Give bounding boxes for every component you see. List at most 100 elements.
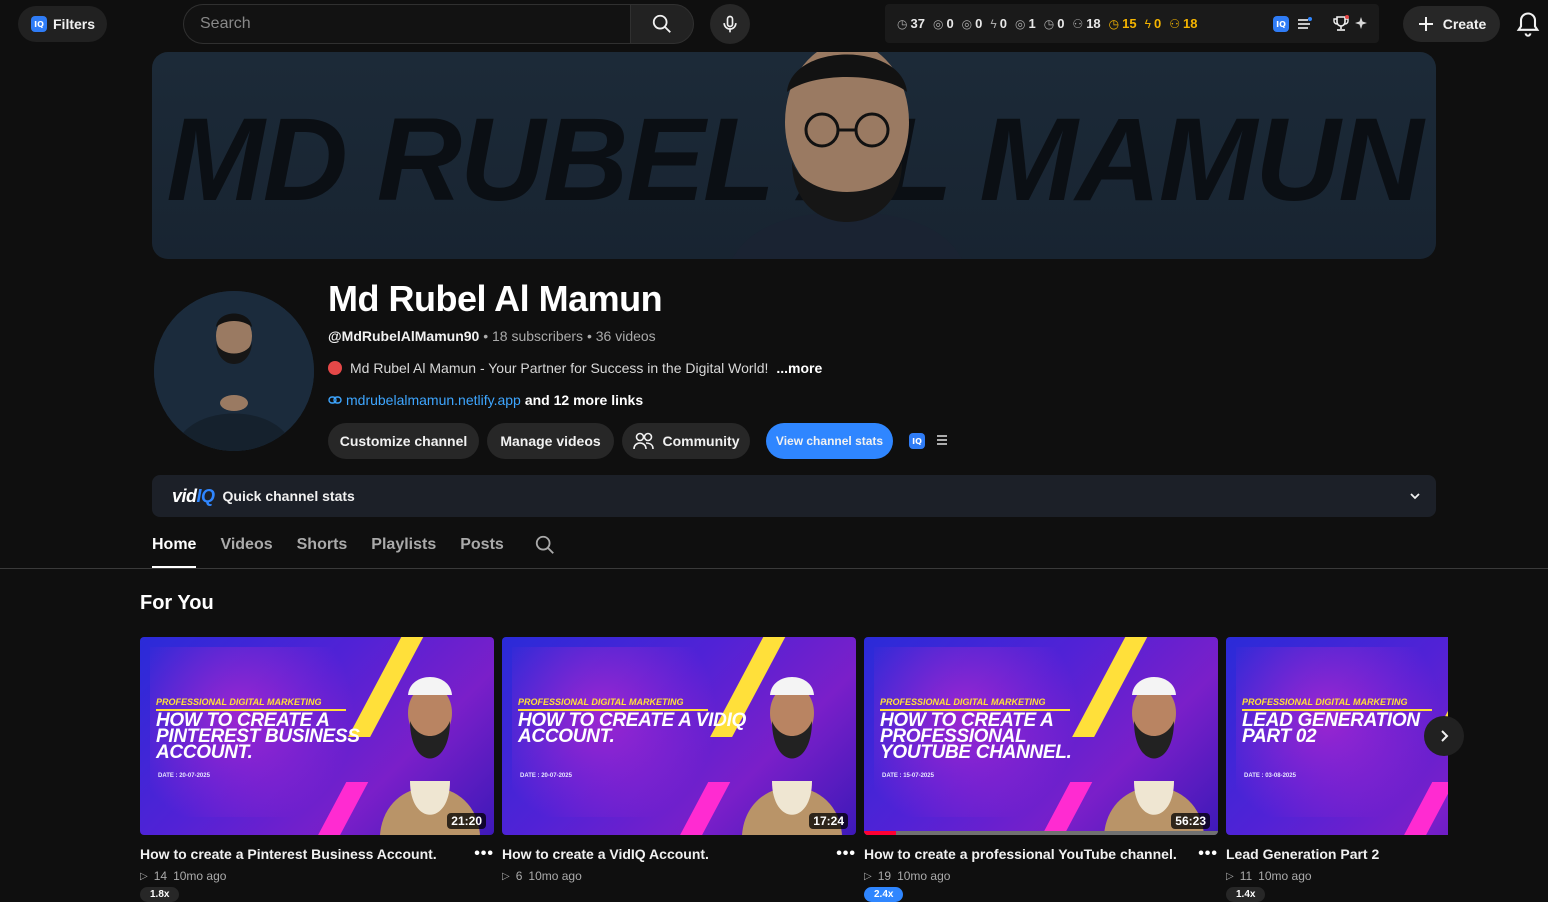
chevron-down-icon[interactable]	[1408, 489, 1422, 503]
channel-description[interactable]: Md Rubel Al Mamun - Your Partner for Suc…	[328, 360, 822, 376]
video-card[interactable]: PROFESSIONAL DIGITAL MARKETING HOW TO CR…	[864, 637, 1218, 902]
stat-value: 0	[1153, 16, 1162, 31]
video-title[interactable]: How to create a Pinterest Business Accou…	[140, 846, 494, 862]
outlier-badge: 1.4x	[1226, 887, 1266, 902]
stat-item[interactable]: ◷ 37	[897, 16, 925, 31]
watch-progress-bar	[864, 831, 1218, 835]
eye-icon: ◎	[961, 16, 973, 31]
stat-item[interactable]: ⚇ 18	[1072, 16, 1100, 31]
video-card[interactable]: PROFESSIONAL DIGITAL MARKETING HOW TO CR…	[502, 637, 856, 902]
search-input[interactable]	[200, 15, 631, 33]
subscriber-count: 18 subscribers	[492, 328, 584, 344]
search-box	[183, 4, 631, 44]
search-button[interactable]	[630, 4, 694, 44]
vidiq-logo-vid: vid	[172, 485, 197, 506]
video-card[interactable]: PROFESSIONAL DIGITAL MARKETING LEAD GENE…	[1226, 637, 1448, 902]
video-card[interactable]: PROFESSIONAL DIGITAL MARKETING HOW TO CR…	[140, 637, 494, 902]
channel-link[interactable]: mdrubelalmamun.netlify.app	[346, 392, 521, 408]
video-more-menu-icon[interactable]: •••	[474, 845, 494, 863]
video-thumbnail[interactable]: PROFESSIONAL DIGITAL MARKETING HOW TO CR…	[140, 637, 494, 835]
video-count: 36 videos	[595, 328, 656, 344]
vidiq-quick-stats-bar[interactable]: vidIQ Quick channel stats	[152, 475, 1436, 517]
channel-avatar[interactable]	[154, 291, 314, 451]
view-count: 6	[515, 869, 523, 883]
video-more-menu-icon[interactable]: •••	[1198, 845, 1218, 863]
more-links[interactable]: and 12 more links	[525, 392, 643, 408]
stat-item[interactable]: ◎ 0	[933, 16, 954, 31]
stat-value: 0	[1057, 16, 1065, 31]
video-age: 10mo ago	[528, 869, 582, 883]
outlier-badge: 2.4x	[864, 887, 904, 902]
avatar-portrait-image	[154, 291, 314, 451]
vidiq-logo-iq: IQ	[196, 485, 216, 506]
stat-item[interactable]: ⚇ 18	[1169, 16, 1197, 31]
play-icon: ▷	[140, 870, 148, 882]
red-circle-icon	[328, 361, 342, 375]
description-text: Md Rubel Al Mamun - Your Partner for Suc…	[350, 360, 769, 376]
channel-title: Md Rubel Al Mamun	[328, 278, 663, 319]
community-icon	[632, 432, 654, 450]
thumb-kicker: PROFESSIONAL DIGITAL MARKETING	[518, 697, 708, 711]
video-thumbnail[interactable]: PROFESSIONAL DIGITAL MARKETING HOW TO CR…	[502, 637, 856, 835]
vidiq-logo: vidIQ	[172, 486, 215, 507]
presenter-image	[1104, 677, 1204, 835]
tabs-divider	[0, 568, 1548, 569]
video-duration: 21:20	[447, 813, 486, 829]
video-meta: ▷ 11 10mo ago	[1226, 869, 1448, 883]
filters-label: Filters	[53, 16, 96, 32]
thumb-headline: HOW TO CREATE A VIDIQ ACCOUNT.	[518, 710, 747, 747]
customize-label: Customize channel	[339, 433, 468, 449]
vidiq-channel-icon[interactable]: IQ	[909, 433, 925, 449]
video-more-menu-icon[interactable]: •••	[836, 845, 856, 863]
stat-item[interactable]: ◎ 0	[962, 16, 983, 31]
tab-playlists[interactable]: Playlists	[371, 530, 436, 568]
stat-value: 15	[1122, 16, 1137, 31]
hamburger-menu-icon[interactable]	[936, 434, 948, 446]
community-button[interactable]: Community	[622, 423, 750, 459]
outlier-badge: 1.8x	[140, 887, 180, 902]
tab-shorts[interactable]: Shorts	[297, 530, 348, 568]
sparkle-icon[interactable]	[1354, 16, 1368, 30]
channel-search-icon[interactable]	[534, 534, 556, 556]
stat-item[interactable]: ◎ 1	[1015, 16, 1036, 31]
video-age: 10mo ago	[173, 869, 227, 883]
thumb-kicker: PROFESSIONAL DIGITAL MARKETING	[1242, 697, 1432, 711]
more-link[interactable]: ...more	[776, 360, 822, 376]
vidiq-icon[interactable]: IQ	[1273, 16, 1289, 32]
tab-videos[interactable]: Videos	[220, 530, 272, 568]
shelf-next-button[interactable]	[1424, 716, 1464, 756]
voice-search-button[interactable]	[710, 4, 750, 44]
filters-button[interactable]: IQ Filters	[18, 6, 107, 42]
stat-item[interactable]: ϟ0	[1145, 16, 1162, 31]
play-icon: ▷	[864, 870, 872, 882]
video-age: 10mo ago	[897, 869, 951, 883]
manage-videos-button[interactable]: Manage videos	[487, 423, 614, 459]
trophy-icon[interactable]	[1333, 15, 1349, 33]
video-thumbnail[interactable]: PROFESSIONAL DIGITAL MARKETING LEAD GENE…	[1226, 637, 1448, 835]
tab-posts[interactable]: Posts	[460, 530, 504, 568]
stat-value: 37	[910, 16, 925, 31]
thumb-headline: HOW TO CREATE A PINTEREST BUSINESS ACCOU…	[156, 710, 360, 763]
thumb-headline: HOW TO CREATE A PROFESSIONAL YOUTUBE CHA…	[880, 710, 1072, 763]
tab-home[interactable]: Home	[152, 530, 197, 568]
clock-icon: ◷	[1108, 16, 1120, 31]
microphone-icon	[723, 15, 737, 33]
stat-value: 0	[975, 16, 983, 31]
eye-icon: ◎	[932, 16, 944, 31]
notifications-bell-icon[interactable]	[1514, 10, 1542, 38]
view-channel-stats-button[interactable]: View channel stats	[766, 423, 893, 459]
video-title[interactable]: How to create a VidIQ Account.	[502, 846, 856, 862]
video-title[interactable]: How to create a professional YouTube cha…	[864, 846, 1218, 862]
stat-item[interactable]: ϟ0	[990, 16, 1007, 31]
stat-item[interactable]: ◷ 15	[1109, 16, 1137, 31]
stat-value: 18	[1182, 16, 1198, 31]
thumb-date: DATE : 15-07-2025	[882, 773, 934, 779]
customize-channel-button[interactable]: Customize channel	[328, 423, 479, 459]
stat-item[interactable]: ◷ 0	[1044, 16, 1065, 31]
create-label: Create	[1442, 16, 1487, 32]
vidiq-menu-icon[interactable]	[1296, 16, 1312, 32]
video-thumbnail[interactable]: PROFESSIONAL DIGITAL MARKETING HOW TO CR…	[864, 637, 1218, 835]
video-title[interactable]: Lead Generation Part 2	[1226, 846, 1448, 862]
create-button[interactable]: Create	[1403, 6, 1500, 42]
channel-tabs: Home Videos Shorts Playlists Posts	[152, 530, 528, 568]
